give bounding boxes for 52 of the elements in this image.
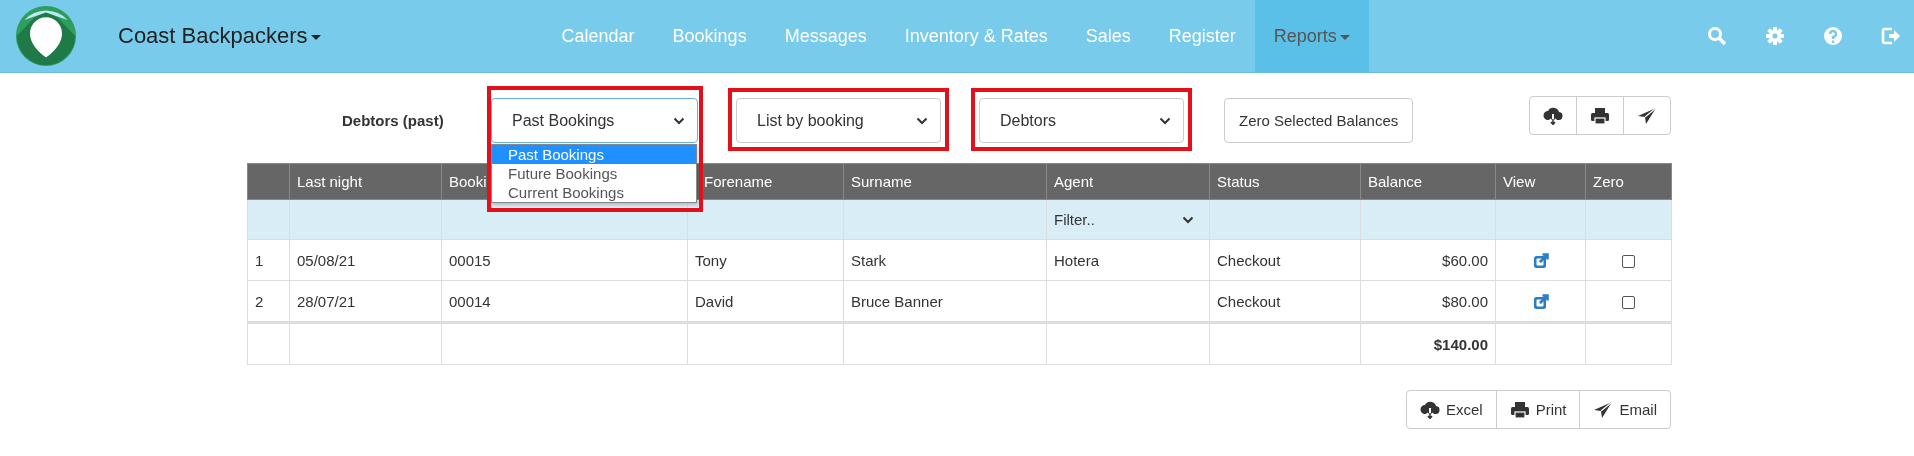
table-cell: Hotera [1054,251,1100,269]
chevron-icon [916,116,928,125]
paper-plane-icon [1637,106,1657,125]
chevron-icon [1182,215,1194,224]
property-menu[interactable]: Coast Backpackers [118,23,321,49]
table-cell: 1 [255,251,264,269]
column-header: Last night [289,163,442,200]
table-cell: Stark [851,251,886,269]
open-link-icon[interactable] [1532,294,1549,310]
cloud-download-icon [1543,106,1563,125]
print-button[interactable]: Print [1495,390,1581,429]
excel-button[interactable]: Excel [1405,390,1497,429]
cloud-download-icon [1419,400,1440,419]
table-cell: Checkout [1217,292,1281,310]
paper-plane-icon [1593,400,1614,419]
column-header: Zero [1585,163,1672,200]
email-button[interactable] [1623,96,1671,135]
print-button[interactable] [1576,96,1624,135]
select-dropdown[interactable]: Debtors [979,98,1184,143]
table-cell: 28/07/21 [297,292,356,310]
table-cell: $60.00 [1442,251,1488,269]
total-balance: $140.00 [1433,335,1488,353]
report-title: Debtors (past) [342,112,445,129]
column-header: Status [1209,163,1361,200]
logo-icon [15,5,77,67]
column-header: Balance [1360,163,1496,200]
column-header: Surname [843,163,1047,200]
table-cell: David [695,292,734,310]
printer-icon [1590,106,1610,125]
chevron-icon [673,116,685,125]
column-header: Agent [1046,163,1210,200]
table-cell: Bruce Banner [851,292,943,310]
nav-link[interactable]: Reports [1254,0,1369,72]
table-cell: Tony [695,251,727,269]
download-button[interactable] [1529,96,1577,135]
table-cell: $80.00 [1442,292,1488,310]
table-cell: 2 [255,292,264,310]
printer-icon [1509,400,1530,419]
select-dropdown[interactable]: List by booking [736,98,941,143]
checkbox[interactable] [1622,296,1635,310]
column-header: View [1495,163,1586,200]
open-link-icon[interactable] [1532,253,1549,269]
zero-balances-button[interactable]: Zero Selected Balances [1224,98,1414,143]
table-cell: Checkout [1217,251,1281,269]
table-cell: 05/08/21 [297,251,356,269]
column-header [247,163,290,200]
checkbox[interactable] [1622,255,1635,269]
chevron-icon [1159,116,1171,125]
table-cell: 00014 [449,292,491,310]
select-dropdown[interactable]: Past Bookings [491,98,698,143]
email-button[interactable]: Email [1579,390,1671,429]
table-cell: 00015 [449,251,491,269]
